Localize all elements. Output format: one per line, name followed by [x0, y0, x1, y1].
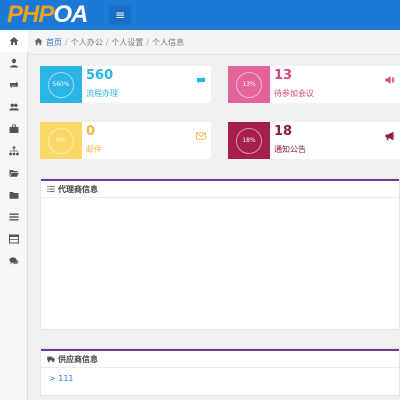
stat-card-meetings[interactable]: 13% 13 待参加会议: [228, 66, 400, 103]
sidebar-item-list[interactable]: [0, 206, 28, 228]
supplier-link[interactable]: > 111: [41, 368, 399, 389]
sidebar-item-documents[interactable]: [0, 162, 28, 184]
breadcrumb-home-link[interactable]: 首页: [46, 38, 62, 47]
retweet-icon: [196, 70, 206, 84]
user-icon: [10, 58, 18, 68]
sidebar-item-briefcase[interactable]: [0, 118, 28, 140]
percent-ring: 13%: [236, 72, 262, 98]
sidebar-item-workflow[interactable]: [0, 74, 28, 96]
list-ol-icon: [47, 185, 55, 193]
logo[interactable]: PHPOA: [0, 0, 100, 30]
breadcrumb-separator: /: [65, 38, 68, 47]
list-icon: [9, 213, 19, 221]
home-icon: [34, 37, 43, 46]
table-icon: [9, 234, 19, 244]
panel-header: 供应商信息: [41, 349, 399, 368]
agent-info-panel: 代理商信息: [40, 178, 400, 330]
breadcrumb: 首页 / 个人办公 / 个人设置 / 个人信息: [28, 30, 400, 55]
users-icon: [9, 103, 19, 111]
breadcrumb-separator: /: [105, 38, 109, 47]
sidebar-item-user[interactable]: [0, 52, 28, 74]
bullhorn-icon: [385, 126, 395, 141]
stat-card-tile: 560%: [40, 66, 82, 103]
stat-card-value: 560: [86, 68, 114, 83]
percent-ring: 560%: [48, 72, 74, 98]
briefcase-icon: [9, 124, 19, 133]
breadcrumb-item[interactable]: 个人办公: [71, 38, 103, 47]
panel-title: 代理商信息: [58, 185, 98, 194]
sitemap-icon: [9, 146, 19, 156]
breadcrumb-item: 个人信息: [152, 38, 185, 47]
menu-toggle-button[interactable]: ≡: [109, 5, 131, 25]
stat-card-value: 0: [86, 124, 96, 139]
stat-card-tile: 0%: [40, 122, 82, 159]
sidebar-item-users[interactable]: [0, 96, 28, 118]
envelope-icon: [196, 126, 206, 140]
logo-oa: OA: [53, 1, 88, 28]
breadcrumb-separator: /: [146, 38, 150, 47]
sidebar-item-messages[interactable]: [0, 250, 28, 272]
stat-card-tile: 13%: [228, 66, 270, 103]
folder-open-icon: [9, 170, 19, 177]
stat-card-mail[interactable]: 0% 0 邮件: [40, 122, 211, 159]
breadcrumb-item[interactable]: 个人设置: [111, 38, 143, 47]
stat-card-workflow[interactable]: 560% 560 流程办理: [40, 66, 211, 103]
stat-card-label: 流程办理: [86, 89, 118, 98]
percent-ring: 0%: [48, 128, 74, 154]
panel-header: 代理商信息: [41, 179, 399, 198]
logo-php: PHP: [7, 1, 54, 28]
comments-icon: [9, 257, 19, 265]
folder-icon: [9, 192, 19, 199]
truck-icon: [47, 356, 55, 363]
stat-card-value: 13: [274, 68, 293, 83]
stat-card-value: 18: [274, 124, 293, 139]
stat-card-notices[interactable]: 18% 18 通知公告: [228, 122, 400, 159]
stat-card-label: 邮件: [86, 145, 102, 154]
percent-ring: 18%: [236, 128, 262, 154]
bars-icon: ≡: [114, 8, 126, 22]
stat-card-label: 待参加会议: [274, 89, 314, 98]
panel-title: 供应商信息: [58, 355, 98, 364]
stat-card-label: 通知公告: [274, 145, 306, 154]
sidebar-item-organization[interactable]: [0, 140, 28, 162]
sidebar-item-table[interactable]: [0, 228, 28, 250]
volume-icon: [385, 70, 395, 84]
refresh-icon: [9, 81, 19, 89]
sidebar: [0, 30, 28, 400]
sidebar-item-files[interactable]: [0, 184, 28, 206]
sidebar-item-home[interactable]: [0, 30, 28, 52]
supplier-info-panel: 供应商信息 > 111: [40, 348, 400, 396]
home-icon: [9, 37, 19, 45]
stat-card-tile: 18%: [228, 122, 270, 159]
